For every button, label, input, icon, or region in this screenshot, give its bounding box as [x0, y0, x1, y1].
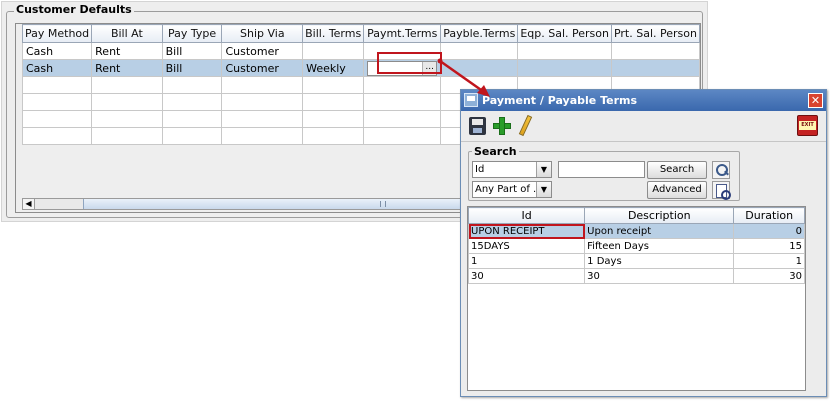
- customer-defaults-legend: Customer Defaults: [14, 3, 134, 17]
- col-header-id[interactable]: Id: [468, 207, 586, 224]
- cell-ship-via[interactable]: Customer: [221, 42, 304, 60]
- close-icon[interactable]: ✕: [808, 93, 823, 108]
- cell-eqp-sal-person[interactable]: [517, 59, 612, 77]
- col-header-pay-type[interactable]: Pay Type: [161, 24, 223, 43]
- dialog-toolbar: EXIT: [461, 111, 826, 142]
- dialog-title-bar[interactable]: Payment / Payable Terms ✕: [461, 90, 826, 111]
- search-field-value: Id: [475, 164, 485, 175]
- cell-eqp-sal-person[interactable]: [517, 42, 612, 60]
- col-header-bill-terms[interactable]: Bill. Terms: [302, 24, 365, 43]
- search-field-select[interactable]: Id ▼: [472, 161, 552, 178]
- table-header-row: Id Description Duration: [468, 207, 805, 224]
- cell-bill-at[interactable]: Rent: [91, 59, 163, 77]
- find-icon[interactable]: [712, 161, 730, 179]
- add-icon[interactable]: [491, 115, 513, 137]
- cell-pay-type[interactable]: Bill: [161, 42, 223, 60]
- cell-id[interactable]: 1: [468, 253, 586, 269]
- cell-pay-type[interactable]: Bill: [161, 59, 223, 77]
- cell-duration[interactable]: 30: [733, 268, 805, 284]
- col-header-duration[interactable]: Duration: [733, 207, 805, 224]
- col-header-bill-at[interactable]: Bill At: [91, 24, 163, 43]
- cell-payble-terms[interactable]: [440, 59, 519, 77]
- cell-duration[interactable]: 15: [733, 238, 805, 254]
- table-row[interactable]: 1 1 Days 1: [468, 253, 805, 269]
- table-row-selected[interactable]: Cash Rent Bill Customer Weekly ...: [21, 59, 700, 77]
- col-header-payble-terms[interactable]: Payble.Terms: [440, 24, 519, 43]
- search-match-value: Any Part of ...: [475, 184, 543, 195]
- cell-pay-method[interactable]: Cash: [21, 59, 93, 77]
- cell-id[interactable]: 15DAYS: [468, 238, 586, 254]
- search-input[interactable]: [558, 161, 645, 178]
- search-legend: Search: [472, 145, 519, 158]
- cell-pay-method[interactable]: Cash: [21, 42, 93, 60]
- chevron-down-icon[interactable]: ▼: [536, 162, 551, 177]
- cell-description[interactable]: 30: [584, 268, 735, 284]
- results-table: Id Description Duration UPON RECEIPT Upo…: [468, 207, 805, 284]
- table-row[interactable]: 15DAYS Fifteen Days 15: [468, 238, 805, 254]
- advanced-button[interactable]: Advanced: [647, 181, 707, 199]
- table-row-selected[interactable]: UPON RECEIPT Upon receipt 0: [468, 223, 805, 239]
- cell-payble-terms[interactable]: [440, 42, 519, 60]
- cell-duration[interactable]: 0: [733, 223, 805, 239]
- cell-bill-terms[interactable]: [302, 42, 365, 60]
- results-grid: Id Description Duration UPON RECEIPT Upo…: [467, 206, 806, 391]
- cell-bill-terms[interactable]: Weekly: [302, 59, 365, 77]
- exit-label: EXIT: [799, 121, 816, 130]
- cell-prt-sal-person[interactable]: [610, 42, 700, 60]
- cell-description[interactable]: Fifteen Days: [584, 238, 735, 254]
- payment-terms-dialog: Payment / Payable Terms ✕ EXIT Search Id…: [460, 89, 827, 397]
- cell-bill-at[interactable]: Rent: [91, 42, 163, 60]
- cell-id[interactable]: 30: [468, 268, 586, 284]
- chevron-down-icon[interactable]: ▼: [536, 182, 551, 197]
- cell-description[interactable]: 1 Days: [584, 253, 735, 269]
- scroll-grip-icon: [380, 201, 386, 207]
- col-header-description[interactable]: Description: [584, 207, 735, 224]
- table-row[interactable]: 30 30 30: [468, 268, 805, 284]
- cell-ship-via[interactable]: Customer: [221, 59, 304, 77]
- scroll-left-arrow-icon[interactable]: ◀: [23, 199, 35, 209]
- window-icon: [464, 93, 478, 107]
- table-header-row: Pay Method Bill At Pay Type Ship Via Bil…: [21, 24, 700, 43]
- cell-description[interactable]: Upon receipt: [584, 223, 735, 239]
- cell-highlight-box: [377, 52, 442, 74]
- col-header-eqp-sal-person[interactable]: Eqp. Sal. Person: [517, 24, 612, 43]
- col-header-ship-via[interactable]: Ship Via: [221, 24, 304, 43]
- cell-prt-sal-person[interactable]: [610, 59, 700, 77]
- col-header-prt-sal-person[interactable]: Prt. Sal. Person: [610, 24, 700, 43]
- search-match-select[interactable]: Any Part of ... ▼: [472, 181, 552, 198]
- cell-id[interactable]: UPON RECEIPT: [468, 223, 586, 239]
- dialog-title: Payment / Payable Terms: [482, 94, 638, 107]
- save-icon[interactable]: [467, 115, 489, 137]
- col-header-paymt-terms[interactable]: Paymt.Terms: [363, 24, 442, 43]
- advanced-search-icon[interactable]: [712, 181, 731, 200]
- table-row[interactable]: Cash Rent Bill Customer: [21, 42, 700, 60]
- exit-icon[interactable]: EXIT: [797, 115, 818, 136]
- search-button[interactable]: Search: [647, 161, 707, 179]
- search-group: Search Id ▼ Any Part of ... ▼ Search Adv…: [468, 145, 740, 201]
- col-header-pay-method[interactable]: Pay Method: [21, 24, 93, 43]
- edit-icon[interactable]: [514, 114, 536, 137]
- cell-duration[interactable]: 1: [733, 253, 805, 269]
